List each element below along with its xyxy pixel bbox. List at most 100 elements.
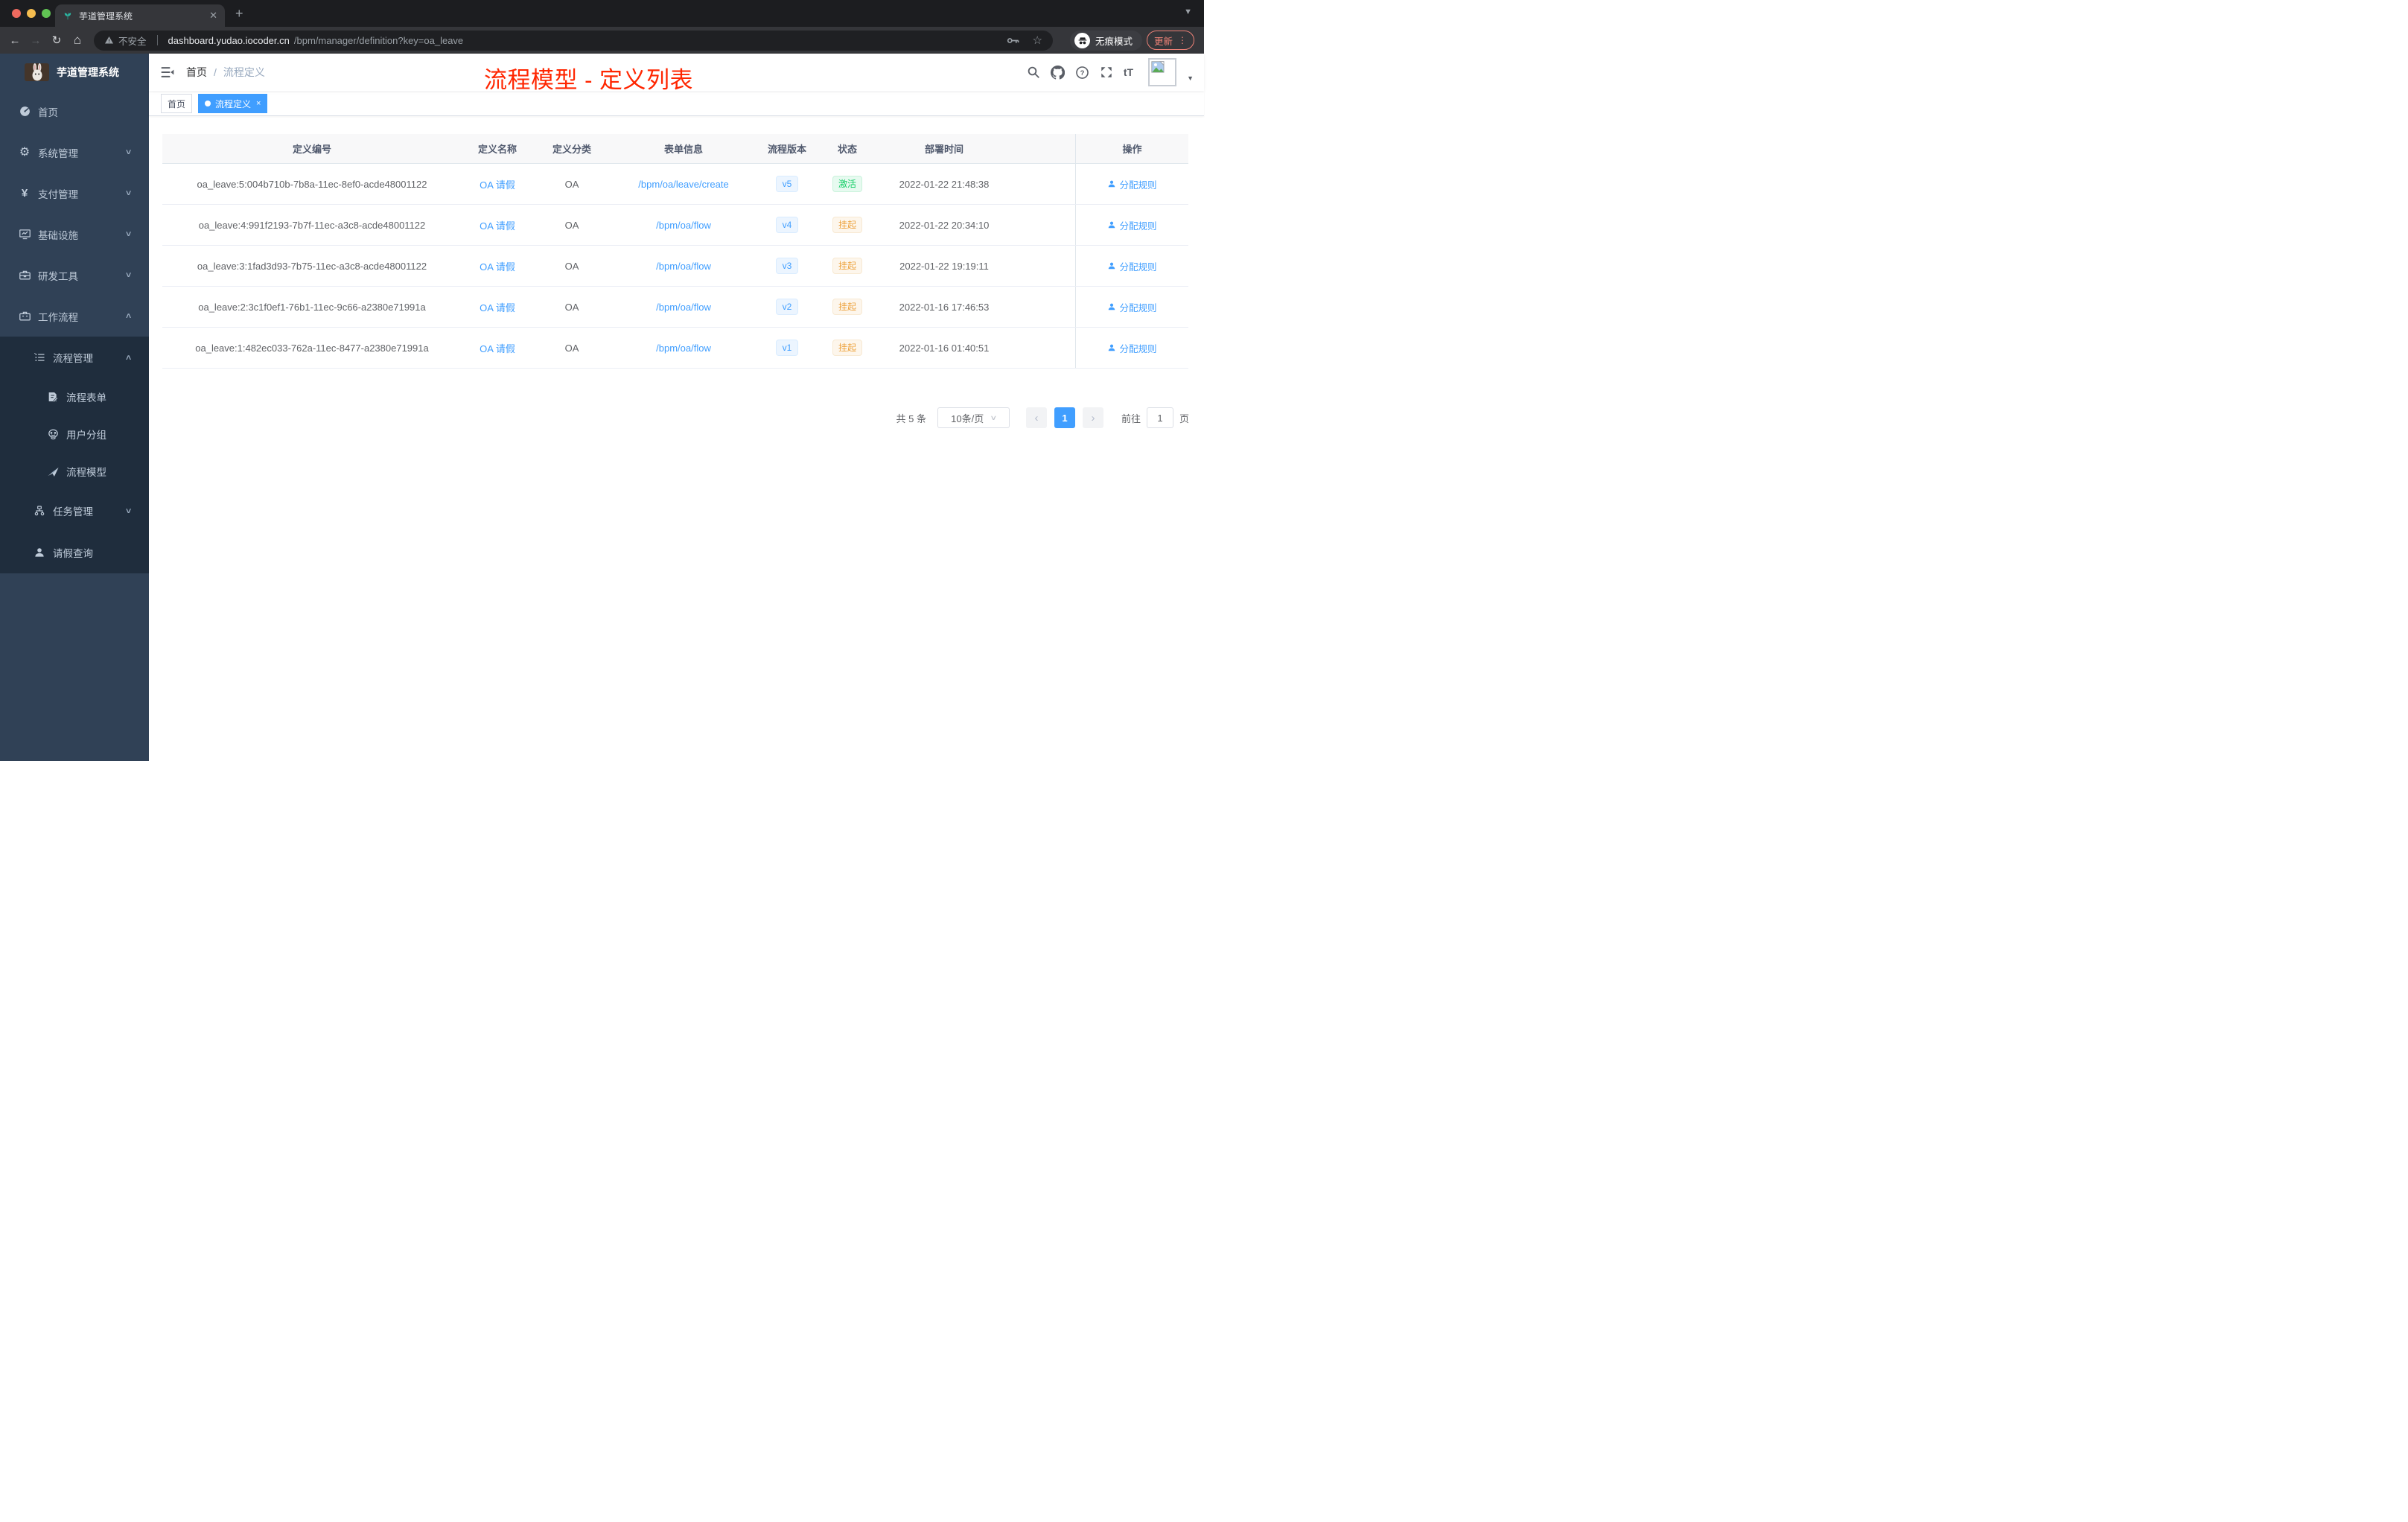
definition-name-link[interactable]: OA 请假 [480, 218, 515, 232]
chrome-update-button[interactable]: 更新 ⋮ [1147, 31, 1194, 50]
assign-rule-link[interactable]: 分配规则 [1107, 300, 1157, 314]
next-page-button[interactable]: › [1082, 407, 1103, 428]
window-close-button[interactable] [12, 9, 21, 18]
user-icon [1109, 221, 1115, 229]
avatar-dropdown-caret-icon[interactable]: ▼ [1187, 74, 1194, 82]
forward-button[interactable]: → [25, 34, 46, 47]
toolbox-icon [18, 269, 31, 281]
form-info-link[interactable]: /bpm/oa/leave/create [638, 179, 728, 190]
column-header: 状态 [837, 144, 857, 155]
version-badge: v2 [775, 299, 799, 315]
sidebar-item-user-group[interactable]: 用户分组 [0, 415, 149, 453]
assign-rule-link[interactable]: 分配规则 [1107, 341, 1157, 355]
favicon-plant-icon [63, 10, 73, 21]
sidebar-item-label: 流程表单 [66, 392, 106, 404]
sidebar-item-label: 任务管理 [53, 506, 93, 518]
definition-id: oa_leave:2:3c1f0ef1-76b1-11ec-9c66-a2380… [198, 301, 426, 313]
new-tab-button[interactable]: + [235, 4, 243, 23]
definition-name-link[interactable]: OA 请假 [480, 341, 515, 355]
definition-name-link[interactable]: OA 请假 [480, 300, 515, 314]
sidebar-item-process-model[interactable]: 流程模型 [0, 453, 149, 490]
sidebar-item-leave-query[interactable]: 请假查询 [0, 532, 149, 573]
active-dot [205, 101, 211, 106]
user-icon [1109, 303, 1115, 311]
avatar[interactable] [1148, 58, 1177, 86]
fullscreen-icon[interactable] [1100, 66, 1113, 79]
password-key-icon[interactable] [1007, 36, 1019, 45]
tag-label: 流程定义 [215, 98, 252, 109]
sidebar-logo[interactable]: 芋道管理系统 [0, 54, 149, 91]
form-info-link[interactable]: /bpm/oa/flow [656, 302, 711, 313]
user-group-icon [46, 428, 60, 441]
main-area: 首页 / 流程定义 流程模型 - 定义列表 ? tT ▼ 首页 流程定义 × 定… [149, 54, 1204, 761]
form-info-link[interactable]: /bpm/oa/flow [656, 343, 711, 354]
deploy-time: 2022-01-16 01:40:51 [899, 342, 990, 354]
table-row: oa_leave:2:3c1f0ef1-76b1-11ec-9c66-a2380… [162, 287, 1188, 328]
assign-rule-link[interactable]: 分配规则 [1107, 259, 1157, 273]
form-info-link[interactable]: /bpm/oa/flow [656, 261, 711, 272]
tag-home[interactable]: 首页 [161, 94, 193, 113]
tag-process-definition[interactable]: 流程定义 × [198, 94, 268, 113]
logo-rabbit-image [25, 63, 49, 81]
goto-label: 前往 [1121, 413, 1141, 424]
prev-page-button[interactable]: ‹ [1025, 407, 1047, 428]
gear-icon: ⚙ [19, 145, 31, 159]
bookmark-star-icon[interactable]: ☆ [1033, 34, 1042, 47]
sidebar-item-label: 首页 [38, 106, 58, 118]
browser-menu-icon[interactable]: ⋮ [1178, 35, 1187, 45]
column-header: 定义分类 [552, 144, 591, 155]
tag-close-icon[interactable]: × [256, 99, 261, 108]
not-secure-warning-icon [104, 36, 114, 45]
sidebar-item-infrastructure[interactable]: 基础设施 ∨ [0, 214, 149, 255]
tab-close-icon[interactable]: ✕ [209, 10, 217, 22]
page-size-select[interactable]: 10条/页 ∨ [937, 407, 1010, 428]
reload-button[interactable]: ↻ [46, 34, 67, 47]
font-size-icon[interactable]: tT [1124, 66, 1133, 78]
tab-search-chevron-icon[interactable]: ▼ [1184, 7, 1192, 16]
github-icon[interactable] [1050, 65, 1065, 80]
sidebar-item-payment[interactable]: ¥ 支付管理 ∨ [0, 173, 149, 214]
definition-name-link[interactable]: OA 请假 [480, 259, 515, 273]
column-header: 定义名称 [477, 144, 517, 155]
definition-id: oa_leave:3:1fad3d93-7b75-11ec-a3c8-acde4… [197, 260, 427, 272]
tab-title: 芋道管理系统 [79, 10, 133, 22]
sidebar-item-label: 系统管理 [38, 147, 78, 159]
sidebar-item-process-management[interactable]: 流程管理 ∧ [0, 337, 149, 378]
assign-rule-link[interactable]: 分配规则 [1107, 218, 1157, 232]
search-icon[interactable] [1027, 66, 1040, 79]
help-question-icon[interactable]: ? [1075, 66, 1089, 80]
definition-id: oa_leave:1:482ec033-762a-11ec-8477-a2380… [195, 342, 429, 354]
definition-id: oa_leave:4:991f2193-7b7f-11ec-a3c8-acde4… [198, 219, 426, 231]
sidebar-item-devtools[interactable]: 研发工具 ∨ [0, 255, 149, 296]
assign-rule-link[interactable]: 分配规则 [1107, 177, 1157, 191]
list-icon [33, 351, 46, 363]
sidebar-item-workflow[interactable]: 工作流程 ∧ [0, 296, 149, 337]
browser-tab[interactable]: 芋道管理系统 ✕ [55, 4, 225, 27]
address-bar[interactable]: 不安全 dashboard.yudao.iocoder.cn/bpm/manag… [94, 30, 1053, 51]
column-header: 表单信息 [663, 144, 703, 155]
definition-name-link[interactable]: OA 请假 [480, 177, 515, 191]
window-minimize-button[interactable] [27, 9, 36, 18]
goto-page-input[interactable] [1146, 407, 1173, 428]
monitor-icon [18, 228, 31, 241]
column-header: 定义编号 [292, 144, 331, 155]
page-unit-label: 页 [1179, 413, 1189, 424]
back-button[interactable]: ← [4, 34, 25, 47]
page-1-button[interactable]: 1 [1054, 407, 1075, 428]
home-button[interactable]: ⌂ [67, 33, 88, 48]
version-badge: v4 [775, 217, 799, 233]
chevron-down-icon: ∨ [124, 189, 133, 197]
sidebar-item-system[interactable]: ⚙ 系统管理 ∨ [0, 132, 149, 173]
sidebar-toggle-hamburger-icon[interactable] [160, 65, 175, 80]
window-zoom-button[interactable] [42, 9, 51, 18]
person-icon [33, 547, 46, 558]
definition-id: oa_leave:5:004b710b-7b8a-11ec-8ef0-acde4… [197, 178, 427, 190]
sidebar-item-home[interactable]: 首页 [0, 91, 149, 132]
form-info-link[interactable]: /bpm/oa/flow [656, 220, 711, 231]
paper-plane-icon [46, 465, 60, 478]
sidebar-item-task-management[interactable]: 任务管理 ∨ [0, 490, 149, 532]
incognito-badge: 无痕模式 [1070, 31, 1142, 51]
sidebar-item-process-form[interactable]: 流程表单 [0, 378, 149, 415]
breadcrumb-home[interactable]: 首页 [186, 65, 207, 80]
annotation-title: 流程模型 - 定义列表 [484, 67, 694, 93]
